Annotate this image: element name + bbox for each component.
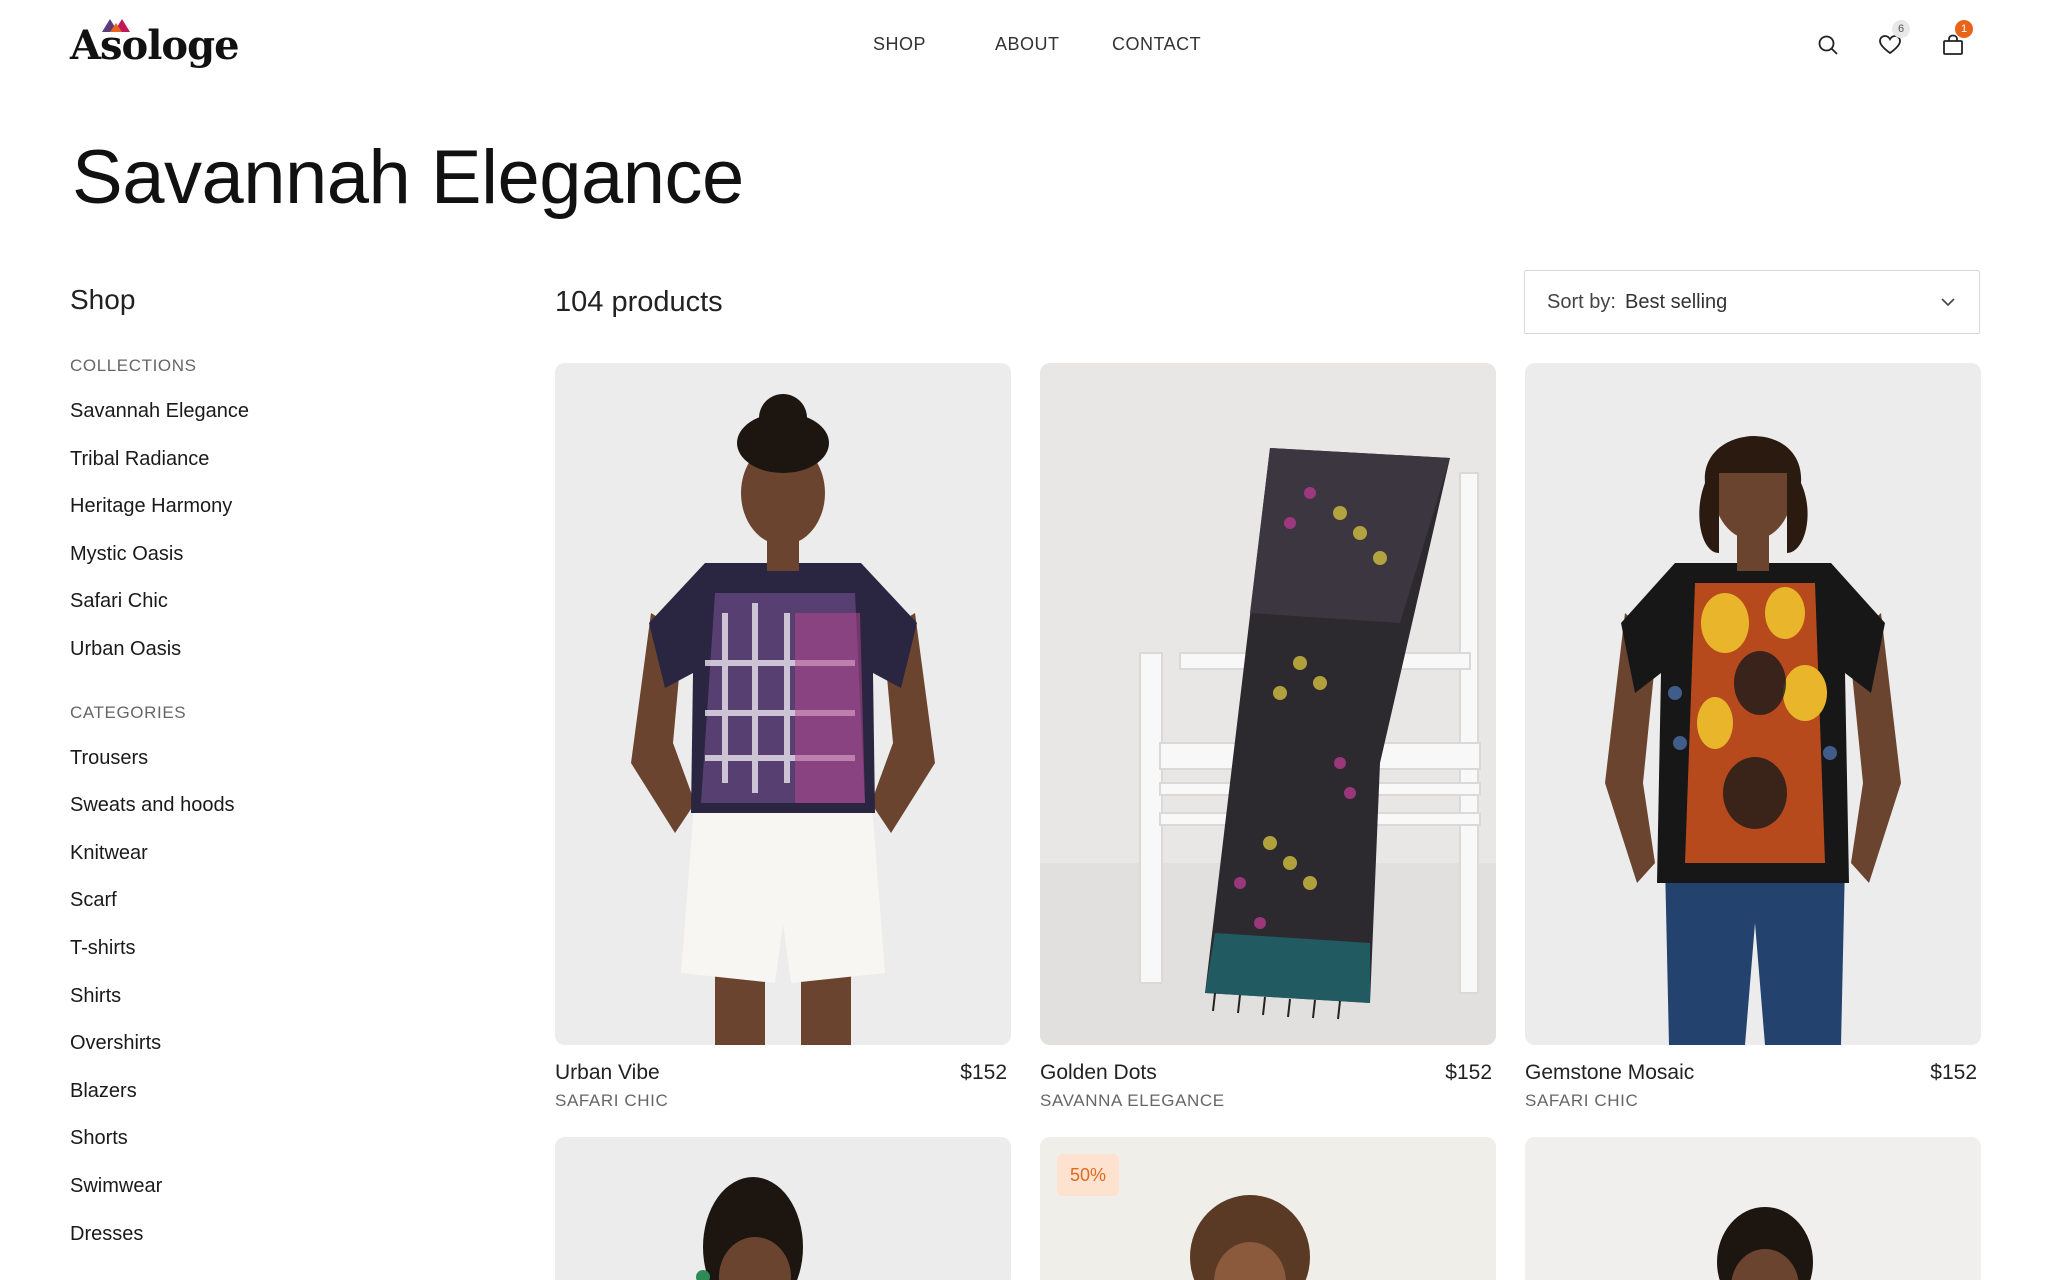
category-link[interactable]: Dresses bbox=[70, 1211, 510, 1259]
product-count: 104 products bbox=[555, 286, 723, 318]
collections-title: COLLECTIONS bbox=[70, 356, 197, 375]
model-purple-tie-dye-tee-image bbox=[555, 363, 1011, 1045]
model-portrait-image bbox=[555, 1137, 1011, 1280]
category-link[interactable]: T-shirts bbox=[70, 925, 510, 973]
categories-title: CATEGORIES bbox=[70, 702, 187, 722]
site-header: Asologe SHOP ABOUT CONTACT 6 1 bbox=[0, 0, 2048, 92]
category-link[interactable]: Overshirts bbox=[70, 1020, 510, 1068]
collection-link[interactable]: Urban Oasis bbox=[70, 626, 510, 674]
wishlist-count-badge: 6 bbox=[1892, 20, 1910, 38]
product-price: $152 bbox=[1445, 1061, 1492, 1084]
sidebar-heading: Shop bbox=[70, 284, 136, 315]
product-image[interactable] bbox=[1525, 363, 1981, 1045]
wishlist-button[interactable]: 6 bbox=[1877, 20, 1910, 58]
product-name[interactable]: Golden Dots bbox=[1040, 1059, 1157, 1087]
product-name[interactable]: Urban Vibe bbox=[555, 1059, 660, 1087]
product-collection: SAFARI CHIC bbox=[555, 1091, 669, 1110]
category-link[interactable]: Scarf bbox=[70, 877, 510, 925]
category-link[interactable]: Knitwear bbox=[70, 830, 510, 878]
product-image[interactable] bbox=[555, 363, 1011, 1045]
sort-select[interactable]: Sort by: Best selling bbox=[1524, 270, 1980, 334]
collection-link[interactable]: Savannah Elegance bbox=[70, 388, 510, 436]
product-collection: SAVANNA ELEGANCE bbox=[1040, 1091, 1225, 1110]
collection-link[interactable]: Safari Chic bbox=[70, 578, 510, 626]
shop-sidebar: Shop COLLECTIONS Savannah Elegance Triba… bbox=[70, 280, 510, 1258]
product-card[interactable]: 50% bbox=[1040, 1137, 1496, 1280]
sale-badge: 50% bbox=[1057, 1154, 1119, 1196]
product-card[interactable] bbox=[1525, 1137, 1981, 1280]
product-price: $152 bbox=[1930, 1061, 1977, 1084]
cart-count-badge: 1 bbox=[1955, 20, 1973, 38]
main-nav: SHOP ABOUT CONTACT bbox=[0, 34, 2048, 58]
sort-label: Sort by: bbox=[1547, 291, 1616, 313]
model-portrait-image bbox=[1525, 1137, 1981, 1280]
chevron-down-icon bbox=[1941, 298, 1955, 307]
cart-button[interactable]: 1 bbox=[1940, 20, 1973, 58]
product-image[interactable] bbox=[1040, 363, 1496, 1045]
dotted-scarf-on-bench-image bbox=[1040, 363, 1496, 1045]
product-name[interactable]: Gemstone Mosaic bbox=[1525, 1059, 1694, 1087]
category-link[interactable]: Swimwear bbox=[70, 1163, 510, 1211]
category-link[interactable]: Sweats and hoods bbox=[70, 782, 510, 830]
search-icon bbox=[1818, 35, 1838, 55]
product-card[interactable] bbox=[555, 1137, 1011, 1280]
page-title: Savannah Elegance bbox=[72, 135, 744, 220]
product-collection: SAFARI CHIC bbox=[1525, 1091, 1639, 1110]
search-button[interactable] bbox=[1815, 32, 1841, 58]
sort-value: Best selling bbox=[1625, 291, 1728, 313]
categories-list: Trousers Sweats and hoods Knitwear Scarf… bbox=[70, 735, 510, 1259]
model-orange-mosaic-tee-image bbox=[1525, 363, 1981, 1045]
product-price: $152 bbox=[960, 1061, 1007, 1084]
category-link[interactable]: Blazers bbox=[70, 1068, 510, 1116]
category-link[interactable]: Trousers bbox=[70, 735, 510, 783]
nav-contact[interactable]: CONTACT bbox=[1112, 34, 1201, 55]
category-link[interactable]: Shorts bbox=[70, 1115, 510, 1163]
collection-link[interactable]: Tribal Radiance bbox=[70, 436, 510, 484]
nav-about[interactable]: ABOUT bbox=[995, 34, 1060, 55]
collections-list: Savannah Elegance Tribal Radiance Herita… bbox=[70, 388, 510, 674]
collection-link[interactable]: Mystic Oasis bbox=[70, 531, 510, 579]
category-link[interactable]: Shirts bbox=[70, 973, 510, 1021]
nav-shop[interactable]: SHOP bbox=[873, 34, 926, 55]
collection-link[interactable]: Heritage Harmony bbox=[70, 483, 510, 531]
